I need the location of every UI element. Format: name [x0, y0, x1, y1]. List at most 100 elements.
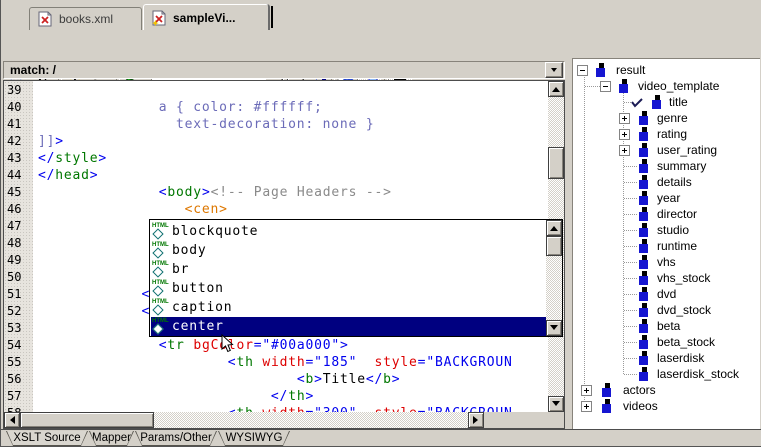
- horizontal-scroll-thumb[interactable]: [20, 412, 154, 428]
- scroll-down-button[interactable]: [548, 396, 564, 412]
- view-tab[interactable]: Params/Other: [135, 431, 217, 446]
- tree-item-label[interactable]: vhs_stock: [657, 271, 710, 285]
- element-node-icon: [638, 175, 650, 189]
- tree-item-label[interactable]: beta_stock: [657, 335, 715, 349]
- view-tab[interactable]: WYSIWYG: [218, 431, 290, 446]
- toolbar: f ▾ ✳ T ✗ T Video Scenario 1 ...: [1, 30, 761, 60]
- tree-item-label[interactable]: director: [657, 207, 697, 221]
- popup-scrollbar[interactable]: [546, 220, 562, 336]
- tree-connector: [624, 294, 637, 295]
- tree-connector: [584, 75, 585, 407]
- tree-connector: [624, 262, 637, 263]
- tree-item-label[interactable]: dvd_stock: [657, 303, 711, 317]
- tree-item-label[interactable]: studio: [657, 223, 689, 237]
- doc-tab-label: sampleVi...: [173, 11, 235, 25]
- code-line: </style>: [38, 150, 107, 167]
- match-pattern-combobox[interactable]: match: /: [3, 61, 565, 79]
- tree-item-label[interactable]: runtime: [657, 239, 697, 253]
- tree-connector: [624, 230, 637, 231]
- html-element-icon: HTML: [151, 318, 172, 335]
- xml-document-icon: [37, 11, 53, 27]
- line-number: 43: [7, 150, 21, 167]
- view-tab[interactable]: XSLT Source: [6, 431, 88, 446]
- tree-item-label[interactable]: vhs: [657, 255, 676, 269]
- vertical-scroll-thumb[interactable]: [548, 147, 564, 179]
- popup-item[interactable]: HTML center: [151, 317, 546, 336]
- scroll-right-button[interactable]: [468, 412, 484, 428]
- line-number: 45: [7, 184, 21, 201]
- scroll-left-button[interactable]: [4, 412, 20, 428]
- code-line: <th width="300" style="BACKGROUN: [38, 405, 513, 412]
- collapse-minus-box[interactable]: [600, 81, 611, 92]
- expand-plus-box[interactable]: [581, 401, 592, 412]
- tree-item-label[interactable]: year: [657, 191, 680, 205]
- expand-plus-box[interactable]: [619, 129, 630, 140]
- popup-item[interactable]: HTML body: [151, 241, 546, 260]
- tree-item-label[interactable]: dvd: [657, 287, 676, 301]
- tree-item-label[interactable]: genre: [657, 111, 688, 125]
- html-element-icon: HTML: [151, 280, 172, 297]
- popup-item-label: blockquote: [172, 224, 258, 239]
- tree-item-label[interactable]: rating: [657, 127, 687, 141]
- view-tab-bar: XSLT SourceMapperParams/OtherWYSIWYG: [1, 430, 761, 447]
- collapse-minus-box[interactable]: [577, 65, 588, 76]
- html-element-icon: HTML: [151, 299, 172, 316]
- expand-plus-box[interactable]: [619, 113, 630, 124]
- tree-item-label[interactable]: laserdisk_stock: [657, 367, 739, 381]
- scroll-up-button[interactable]: [548, 81, 564, 97]
- popup-scroll-down-button[interactable]: [546, 320, 562, 336]
- splitter[interactable]: [565, 58, 572, 429]
- code-line: <cen>: [38, 201, 228, 218]
- code-line: text-decoration: none }: [38, 116, 374, 133]
- popup-item[interactable]: HTML br: [151, 260, 546, 279]
- popup-item[interactable]: HTML button: [151, 279, 546, 298]
- popup-item[interactable]: HTML caption: [151, 298, 546, 317]
- line-number-gutter: 3940414243444546474849505152535455565758: [4, 81, 33, 412]
- view-tab[interactable]: Mapper: [89, 431, 134, 446]
- tree-connector: [624, 326, 637, 327]
- element-node-icon: [638, 127, 650, 141]
- line-number: 40: [7, 99, 21, 116]
- code-line: <: [38, 303, 150, 320]
- element-node-icon: [638, 223, 650, 237]
- expand-plus-box[interactable]: [619, 145, 630, 156]
- code-line: <: [38, 286, 150, 303]
- tree-item-label[interactable]: title: [669, 95, 688, 109]
- tree-item-label[interactable]: details: [657, 175, 692, 189]
- element-autocomplete-popup[interactable]: HTML blockquote HTML body HTML br HTML b…: [149, 219, 563, 337]
- tree-item-label[interactable]: video_template: [638, 79, 719, 93]
- tree-connector: [624, 198, 637, 199]
- line-number: 56: [7, 371, 21, 388]
- match-dropdown-button[interactable]: [545, 62, 563, 78]
- tree-item-label[interactable]: actors: [623, 383, 656, 397]
- expand-plus-box[interactable]: [581, 385, 592, 396]
- tree-item-label[interactable]: summary: [657, 159, 706, 173]
- html-element-icon: HTML: [151, 261, 172, 278]
- tree-connector: [624, 278, 637, 279]
- line-number: 54: [7, 337, 21, 354]
- popup-scroll-up-button[interactable]: [546, 220, 562, 236]
- popup-item[interactable]: HTML blockquote: [151, 222, 546, 241]
- line-number: 55: [7, 354, 21, 371]
- tree-connector: [624, 310, 637, 311]
- tree-item-label[interactable]: beta: [657, 319, 680, 333]
- doc-tab[interactable]: books.xml: [29, 7, 142, 30]
- element-node-icon: [638, 367, 650, 381]
- doc-tab-label: books.xml: [59, 12, 113, 26]
- element-node-icon: [638, 239, 650, 253]
- doc-tab[interactable]: ✦ sampleVi...: [143, 4, 269, 30]
- match-pattern-value: match: /: [4, 63, 545, 77]
- element-node-icon: [601, 383, 613, 397]
- line-number: 41: [7, 116, 21, 133]
- tree-item-label[interactable]: videos: [623, 399, 658, 413]
- editor-horizontal-scrollbar[interactable]: [4, 412, 484, 428]
- tree-item-label[interactable]: laserdisk: [657, 351, 704, 365]
- line-number: 48: [7, 235, 21, 252]
- popup-item-label: button: [172, 281, 224, 296]
- tree-item-label[interactable]: result: [616, 63, 645, 77]
- tree-item-label[interactable]: user_rating: [657, 143, 717, 157]
- schema-mapper-tree[interactable]: result video_templatetitle genre rating user…: [572, 58, 760, 429]
- element-node-icon: [638, 207, 650, 221]
- popup-scroll-thumb[interactable]: [546, 236, 562, 256]
- element-node-icon: [638, 287, 650, 301]
